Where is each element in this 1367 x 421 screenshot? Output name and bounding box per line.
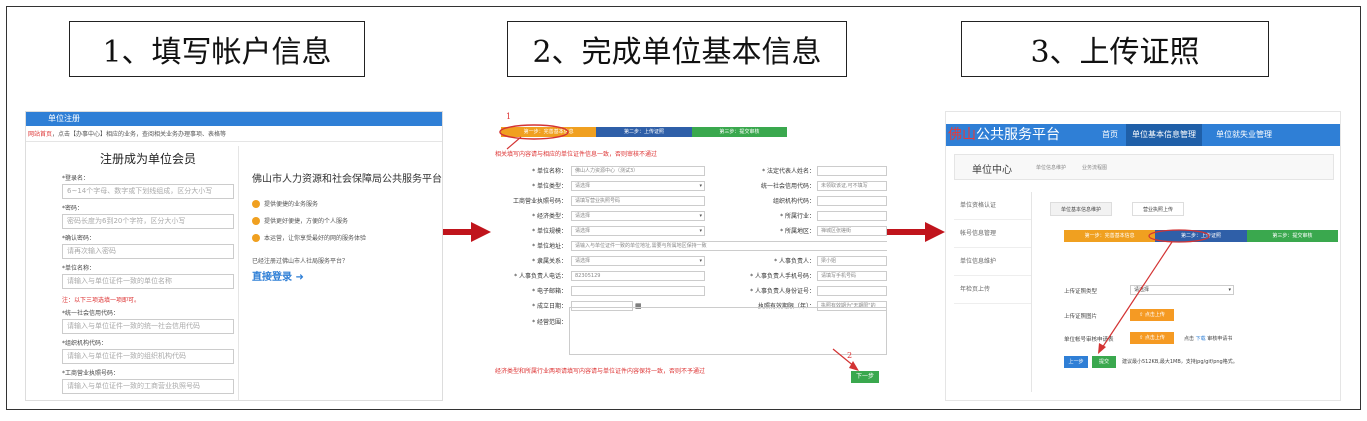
login-link[interactable]: 直接登录 ➜ (252, 268, 442, 283)
breadcrumb-text: ，点击【办事中心】相应的业务，查阅相关业务办理事项、表格等 (52, 131, 227, 138)
company-name-input[interactable]: 请输入与单位证件一致的单位名称 (62, 274, 234, 289)
confirm-password-label: *确认密码： (62, 235, 96, 242)
password-label: *密码： (62, 205, 84, 212)
pointer-line (1101, 241, 1173, 349)
optional-note: 注：以下三项选填一项即可。 (62, 297, 141, 304)
upload-license-panel: 佛山公共服务平台 首页 单位基本信息管理 单位就失业管理 单位中心 单位信息维护… (945, 111, 1341, 401)
feature-text: 提供更好便捷，方便的个人服务 (264, 218, 349, 225)
highlight-ellipse (499, 124, 569, 140)
account-registration-panel: 单位注册 网站首页，点击【办事中心】相应的业务，查阅相关业务办理事项、表格等 注… (25, 111, 443, 401)
form-title: 注册成为单位会员 (99, 152, 196, 166)
username-input[interactable]: 6~14个字母、数字或下划线组成，区分大小写 (62, 184, 234, 199)
org-code-input[interactable]: 请输入与单位证件一致的组织机构代码 (62, 349, 234, 364)
feature-text: 本运营，让你享受最好的网的服务体验 (264, 235, 367, 242)
page-header: 单位注册 (26, 112, 442, 126)
arrow-circle-icon: ➜ (295, 272, 304, 283)
license-input[interactable]: 请输入与单位证件一致的工商营业执照号码 (62, 379, 234, 394)
pointer-head (849, 361, 859, 371)
step1-title: 1、填写帐户信息 (69, 21, 365, 77)
bullet-icon (252, 216, 260, 225)
pointer-line (506, 136, 522, 150)
credit-code-input[interactable]: 请输入与单位证件一致的统一社会信用代码 (62, 319, 234, 334)
feature-item: 本运营，让你享受最好的网的服务体验 (252, 233, 442, 242)
feature-item: 提供更好便捷，方便的个人服务 (252, 216, 442, 225)
breadcrumb: 网站首页，点击【办事中心】相应的业务，查阅相关业务办理事项、表格等 (26, 126, 442, 142)
registration-form: 注册成为单位会员 *登录名： 6~14个字母、数字或下划线组成，区分大小写 *密… (62, 148, 234, 394)
divider (238, 146, 239, 400)
arrow-right-icon (885, 222, 945, 242)
bullet-icon (252, 233, 260, 242)
license-label: *工商营业执照号码： (62, 370, 120, 377)
password-input[interactable]: 密码长度为6到20个字符，区分大小写 (62, 214, 234, 229)
credit-code-label: *统一社会信用代码： (62, 310, 120, 317)
company-info-panel: 第一步：完善基本信息 第二步：上传证照 第三步：提交审核 相关填写内容请与相应的… (495, 111, 887, 401)
feature-text: 提供便捷的业务服务 (264, 201, 319, 208)
login-link-text: 直接登录 (252, 272, 292, 283)
platform-info: 佛山市人力资源和社会保障局公共服务平台 提供便捷的业务服务 提供更好便捷，方便的… (252, 170, 442, 283)
annotation-overlay (499, 124, 859, 371)
highlight-ellipse (1148, 229, 1210, 243)
home-link[interactable]: 网站首页 (28, 131, 52, 138)
bullet-icon (252, 199, 260, 208)
company-name-label: *单位名称： (62, 265, 96, 272)
platform-title: 佛山市人力资源和社会保障局公共服务平台 (252, 174, 442, 185)
step3-title: 3、上传证照 (961, 21, 1269, 77)
annotation-overlay (1098, 229, 1210, 354)
username-label: *登录名： (62, 175, 90, 182)
tutorial-frame: 1、填写帐户信息 2、完成单位基本信息 3、上传证照 单位注册 网站首页，点击【… (6, 6, 1361, 410)
login-question: 已经注册过佛山市人社局服务平台？ (252, 258, 349, 265)
feature-item: 提供便捷的业务服务 (252, 199, 442, 208)
confirm-password-input[interactable]: 请再次输入密码 (62, 244, 234, 259)
step2-title: 2、完成单位基本信息 (507, 21, 847, 77)
org-code-label: *组织机构代码： (62, 340, 108, 347)
